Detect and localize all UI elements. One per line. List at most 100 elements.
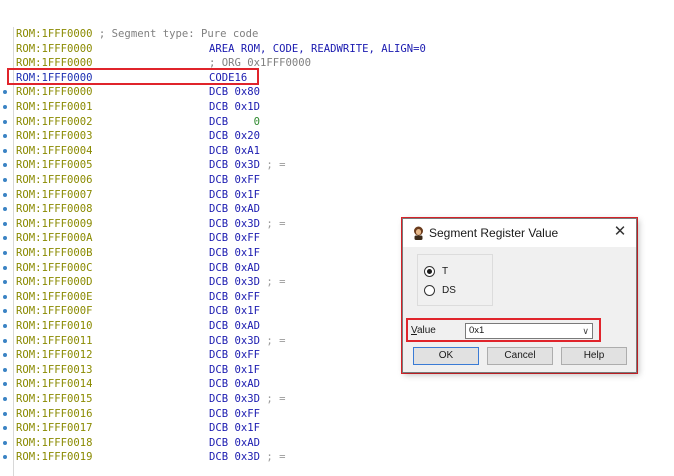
value-label: Value (411, 325, 436, 336)
listing-line[interactable]: ROM:1FFF0003 DCB 0x20 (0, 129, 674, 144)
listing-line[interactable]: ROM:1FFF0014 DCB 0xAD (0, 377, 674, 392)
breakpoint-dot-icon (3, 382, 7, 387)
line-operand: 0xAD (228, 436, 261, 449)
breakpoint-dot-icon (3, 440, 7, 445)
listing-line[interactable]: ROM:1FFF0015 DCB 0x3D ; = (0, 392, 674, 407)
breakpoint-dot-icon (3, 134, 7, 139)
line-address: ROM:1FFF000A (16, 232, 93, 245)
line-instruction: DCB 0x80 (209, 85, 260, 100)
line-instruction: DCB 0x1F (209, 246, 260, 261)
line-address: ROM:1FFF0015 (16, 393, 93, 405)
line-mnemonic: DCB (209, 86, 229, 99)
line-instruction: DCB 0xFF (209, 173, 260, 188)
listing-line[interactable]: ROM:1FFF0004 DCB 0xA1 (0, 144, 674, 159)
line-address: ROM:1FFF0017 (16, 422, 93, 435)
line-instruction: DCB 0x3D ; = (209, 392, 286, 407)
breakpoint-dot-icon (3, 163, 7, 168)
breakpoint-dot-icon (3, 324, 7, 328)
breakpoint-dot-icon (3, 90, 7, 95)
line-operand: 0x3D (228, 276, 261, 289)
listing-line[interactable]: ROM:1FFF0016 DCB 0xFF (0, 407, 674, 422)
line-instruction: DCB 0x20 (209, 129, 260, 144)
segment-register-dialog: Segment Register Value ✕ T DS Value 0x1 … (402, 218, 637, 373)
line-address: ROM:1FFF0011 (16, 334, 93, 347)
line-mnemonic: DCB (209, 188, 229, 201)
dialog-title: Segment Register Value (429, 226, 559, 240)
line-mnemonic: DCB (209, 101, 229, 113)
breakpoint-dot-icon (3, 265, 7, 270)
listing-line[interactable]: ROM:1FFF0019 DCB 0x3D ; = (0, 450, 674, 465)
listing-line[interactable]: ROM:1FFF0000 AREA ROM, CODE, READWRITE, A… (0, 42, 674, 57)
listing-line[interactable]: ROM:1FFF0005 DCB 0x3D ; = (0, 158, 674, 173)
line-operand: 0x80 (228, 86, 261, 99)
value-combobox-text: 0x1 (469, 325, 485, 336)
value-combobox[interactable]: 0x1 ∨ (465, 323, 593, 339)
listing-line[interactable]: ROM:1FFF0002 DCB 0 (0, 115, 674, 130)
breakpoint-dot-icon (3, 178, 7, 182)
breakpoint-dot-icon (3, 148, 7, 153)
line-comment: ; Segment type: Pure code (92, 28, 259, 40)
line-mnemonic: DCB (209, 378, 229, 391)
highlight-box-code16 (7, 68, 259, 85)
line-comment: ; = (260, 334, 286, 347)
breakpoint-dot-icon (3, 119, 7, 124)
line-mnemonic: DCB (209, 247, 229, 259)
line-operand: 0x1F (228, 188, 261, 201)
line-address: ROM:1FFF000D (16, 276, 93, 289)
listing-line[interactable]: ROM:1FFF0000 ; Segment type: Pure code (0, 27, 674, 42)
listing-line[interactable]: ROM:1FFF0017 DCB 0x1F (0, 421, 674, 436)
line-address: ROM:1FFF0018 (16, 436, 93, 449)
listing-line[interactable]: ROM:1FFF0001 DCB 0x1D (0, 100, 674, 115)
line-address: ROM:1FFF0019 (16, 451, 93, 464)
listing-line[interactable]: ROM:1FFF0007 DCB 0x1F (0, 188, 674, 203)
line-instruction: DCB 0x1F (209, 421, 260, 436)
line-address: ROM:1FFF000E (16, 290, 93, 303)
ida-app-icon (414, 226, 423, 240)
breakpoint-dot-icon (3, 338, 7, 343)
line-operand: 0x1F (228, 363, 261, 376)
line-address: ROM:1FFF0010 (16, 320, 93, 332)
line-mnemonic: DCB (209, 363, 229, 376)
line-comment: ; = (260, 217, 286, 230)
line-instruction: DCB 0x3D ; = (209, 158, 286, 173)
line-instruction: DCB 0xAD (209, 436, 260, 451)
breakpoint-dot-icon (3, 221, 7, 226)
line-instruction: DCB 0x1F (209, 363, 260, 378)
line-mnemonic: AREA ROM, CODE, READWRITE, ALIGN=0 (209, 42, 426, 55)
breakpoint-dot-icon (3, 294, 7, 299)
breakpoint-dot-icon (3, 426, 7, 431)
line-operand: 0x3D (228, 159, 261, 172)
dialog-titlebar[interactable]: Segment Register Value ✕ (403, 219, 636, 247)
line-operand: 0x20 (228, 130, 261, 143)
line-address: ROM:1FFF0004 (16, 144, 93, 157)
line-instruction: DCB 0xAD (209, 202, 260, 217)
listing-line[interactable]: ROM:1FFF0018 DCB 0xAD (0, 436, 674, 451)
line-address: ROM:1FFF0012 (16, 349, 93, 362)
radio-ds-button[interactable] (424, 285, 435, 296)
listing-line[interactable]: ROM:1FFF0000 DCB 0x80 (0, 85, 674, 100)
line-address: ROM:1FFF0016 (16, 407, 93, 420)
line-mnemonic: DCB (209, 451, 229, 464)
line-mnemonic: DCB (209, 276, 229, 289)
close-button[interactable]: ✕ (612, 224, 628, 240)
chevron-down-icon[interactable]: ∨ (582, 324, 589, 338)
line-instruction: DCB 0x1F (209, 304, 260, 319)
listing-line[interactable]: ROM:1FFF0006 DCB 0xFF (0, 173, 674, 188)
line-operand: 0x3D (228, 451, 261, 464)
radio-t-button[interactable] (424, 266, 435, 277)
listing-line[interactable]: ROM:1FFF0008 DCB 0xAD (0, 202, 674, 217)
line-comment: ; = (260, 276, 286, 289)
help-button[interactable]: Help (561, 347, 627, 365)
line-instruction: DCB 0xAD (209, 377, 260, 392)
line-instruction: DCB 0xFF (209, 290, 260, 305)
line-operand: 0xAD (228, 378, 261, 391)
breakpoint-dot-icon (3, 367, 7, 372)
breakpoint-dot-icon (3, 192, 7, 197)
line-comment: ; = (260, 451, 286, 464)
line-operand: 0xFF (228, 174, 261, 186)
breakpoint-dot-icon (3, 207, 7, 212)
ok-button[interactable]: OK (413, 347, 479, 365)
line-mnemonic: DCB (209, 174, 229, 186)
cancel-button[interactable]: Cancel (487, 347, 553, 365)
breakpoint-dot-icon (3, 353, 7, 358)
